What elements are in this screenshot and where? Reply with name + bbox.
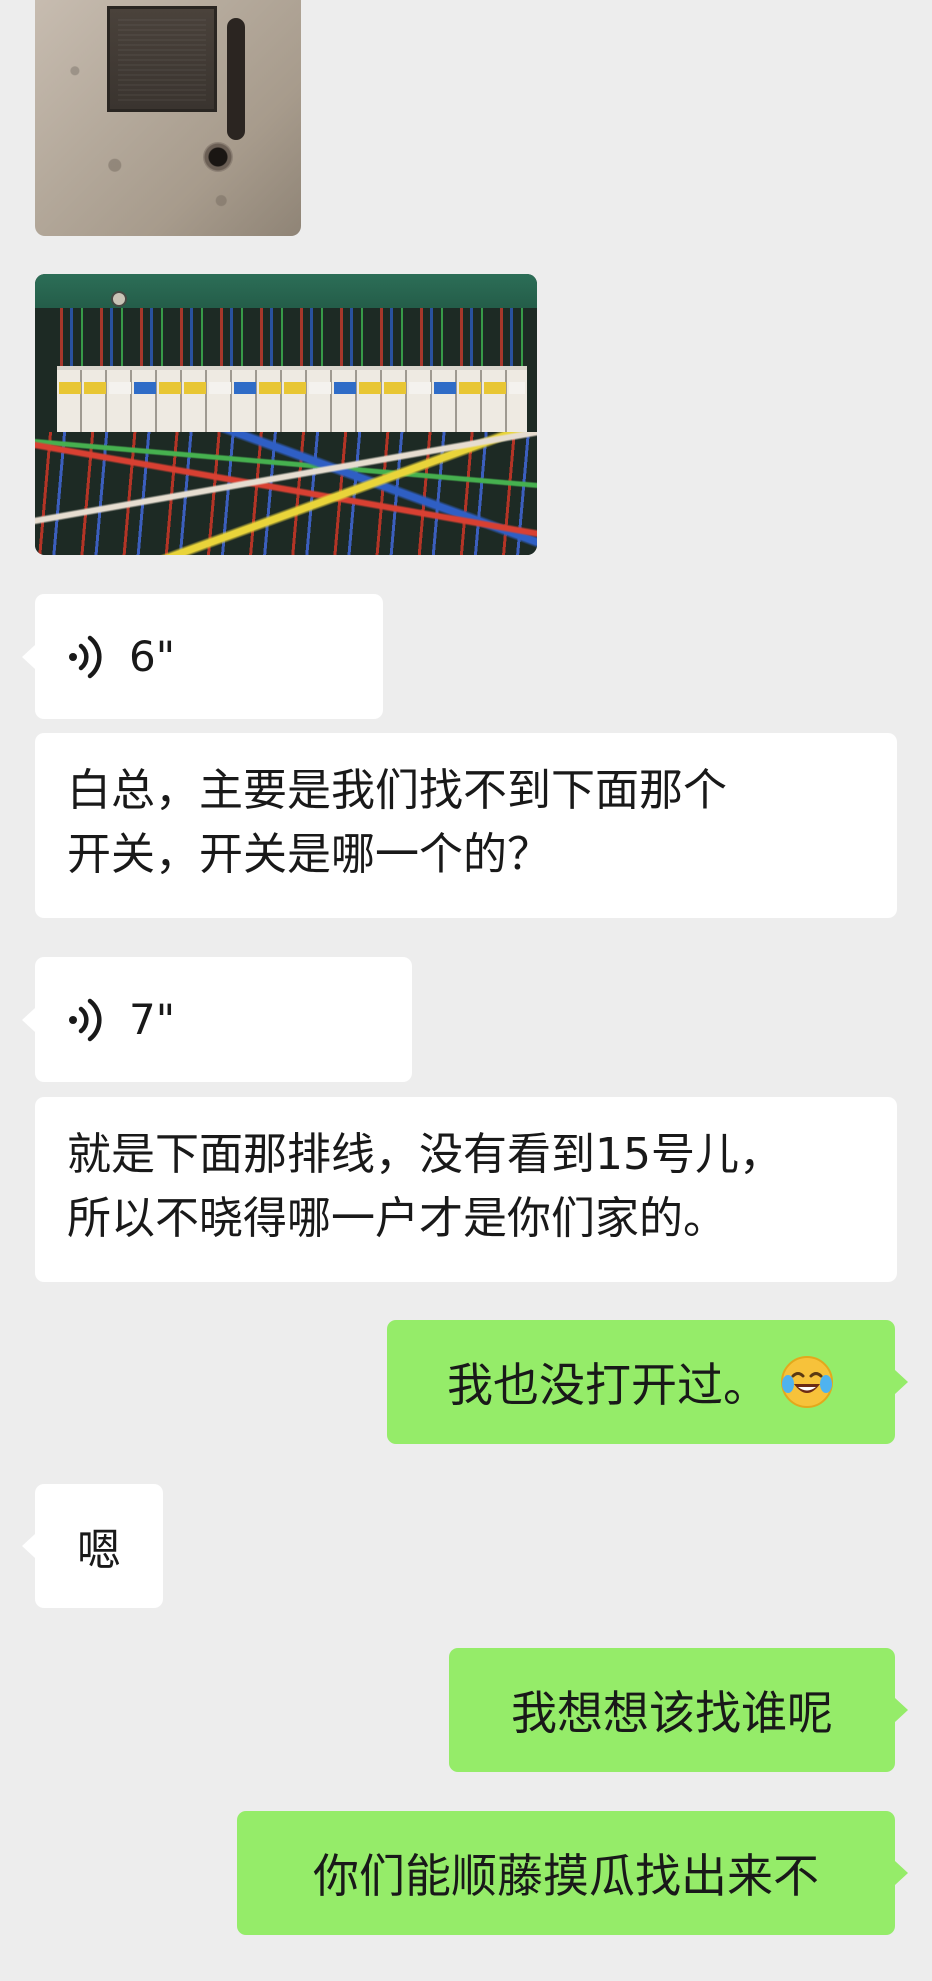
meter-keyhole-shape bbox=[203, 142, 233, 172]
voice-wave-icon bbox=[63, 634, 109, 680]
sent-message-1[interactable]: 我也没打开过。 bbox=[387, 1320, 908, 1444]
breaker-rail-shape bbox=[57, 366, 527, 432]
sent-message-3[interactable]: 你们能顺藤摸瓜找出来不 bbox=[237, 1811, 908, 1935]
message-text: 我想想该找谁呢 bbox=[511, 1686, 833, 1740]
voice-wave-icon bbox=[63, 997, 109, 1043]
meter-slot-shape bbox=[227, 18, 245, 140]
image-message-meter-box[interactable] bbox=[35, 0, 301, 236]
meter-window-shape bbox=[107, 6, 217, 112]
voice-duration: 6" bbox=[129, 632, 176, 681]
voice-message-2[interactable]: 7" bbox=[22, 957, 412, 1082]
received-text-message-3[interactable]: 嗯 bbox=[22, 1484, 163, 1608]
breaker-labels-shape bbox=[59, 382, 525, 394]
sent-message-2[interactable]: 我想想该找谁呢 bbox=[449, 1648, 908, 1772]
message-line: 开关，开关是哪一个的？ bbox=[67, 829, 551, 880]
panel-bolt-shape bbox=[111, 291, 127, 307]
message-text: 我也没打开过。 bbox=[447, 1358, 769, 1412]
crying-laughing-emoji-icon bbox=[779, 1354, 835, 1410]
received-text-message-1[interactable]: 白总，主要是我们找不到下面那个 开关，开关是哪一个的？ bbox=[35, 733, 897, 918]
message-text: 你们能顺藤摸瓜找出来不 bbox=[313, 1849, 819, 1903]
image-message-breaker-panel[interactable] bbox=[35, 274, 537, 555]
voice-message-1[interactable]: 6" bbox=[22, 594, 383, 719]
panel-frame-shape bbox=[35, 274, 537, 308]
message-line: 所以不晓得哪一户才是你们家的。 bbox=[67, 1193, 727, 1244]
message-text: 嗯 bbox=[77, 1525, 121, 1576]
wires-top-shape bbox=[51, 308, 531, 368]
message-line: 白总，主要是我们找不到下面那个 bbox=[67, 765, 727, 816]
received-text-message-2[interactable]: 就是下面那排线，没有看到15号儿， 所以不晓得哪一户才是你们家的。 bbox=[35, 1097, 897, 1282]
voice-duration: 7" bbox=[129, 995, 176, 1044]
wires-bottom-shape bbox=[35, 432, 537, 555]
message-line: 就是下面那排线，没有看到15号儿， bbox=[67, 1129, 783, 1180]
